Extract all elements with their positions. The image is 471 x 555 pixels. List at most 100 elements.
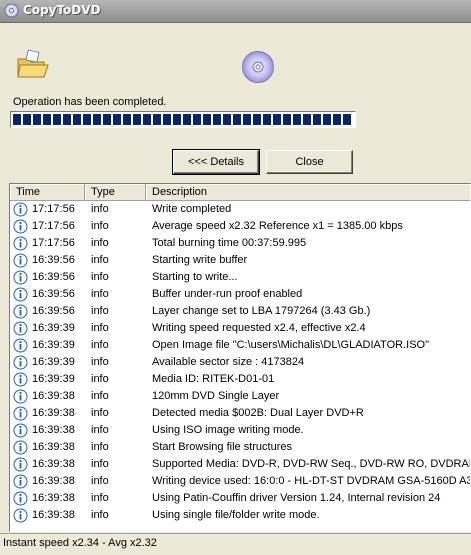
row-type: info — [91, 254, 109, 266]
row-description: Writing speed requested x2.4, effective … — [152, 322, 366, 334]
title-bar: CopyToDVD — [0, 0, 471, 23]
row-time: 16:39:38 — [32, 424, 75, 436]
row-time: 16:39:39 — [32, 339, 75, 351]
row-type: info — [91, 492, 109, 504]
row-time: 17:17:56 — [32, 237, 75, 249]
row-type: info — [91, 305, 109, 317]
info-icon — [13, 372, 28, 387]
row-description: Write completed — [152, 203, 232, 215]
row-time: 16:39:56 — [32, 271, 75, 283]
progress-bar — [10, 111, 356, 128]
table-row[interactable]: 16:39:39 info Media ID: RITEK-D01-01 — [10, 371, 470, 388]
row-description: Buffer under-run proof enabled — [152, 288, 303, 300]
row-time: 16:39:38 — [32, 509, 75, 521]
row-time: 17:17:56 — [32, 203, 75, 215]
row-type: info — [91, 458, 109, 470]
log-list[interactable]: Time Type Description 17:17:56 info Write … — [9, 183, 471, 532]
info-icon — [13, 406, 28, 421]
row-type: info — [91, 356, 109, 368]
row-type: info — [91, 424, 109, 436]
row-time: 16:39:56 — [32, 305, 75, 317]
info-icon — [13, 253, 28, 268]
table-row[interactable]: 16:39:56 info Starting to write... — [10, 269, 470, 286]
table-row[interactable]: 17:17:56 info Write completed — [10, 201, 470, 218]
info-icon — [13, 287, 28, 302]
info-icon — [13, 457, 28, 472]
table-row[interactable]: 16:39:38 info Detected media $002B: Dual L… — [10, 405, 470, 422]
row-type: info — [91, 237, 109, 249]
row-time: 16:39:38 — [32, 475, 75, 487]
row-type: info — [91, 203, 109, 215]
table-row[interactable]: 16:39:38 info Start Browsing file structur… — [10, 439, 470, 456]
info-icon — [13, 321, 28, 336]
app-disc-icon — [4, 3, 19, 18]
row-time: 16:39:38 — [32, 458, 75, 470]
close-button[interactable]: Close — [266, 150, 353, 174]
speed-status-text: Instant speed x2.34 - Avg x2.32 — [3, 537, 157, 549]
column-header-type[interactable]: Type — [85, 184, 146, 201]
row-description: Average speed x2.32 Reference x1 = 1385.… — [152, 220, 403, 232]
row-type: info — [91, 475, 109, 487]
info-icon — [13, 440, 28, 455]
info-icon — [13, 508, 28, 523]
row-time: 16:39:38 — [32, 407, 75, 419]
row-type: info — [91, 220, 109, 232]
window-title: CopyToDVD — [23, 3, 101, 17]
info-icon — [13, 236, 28, 251]
dvd-disc-icon — [242, 51, 274, 83]
column-header-description[interactable]: Description — [146, 184, 470, 201]
table-row[interactable]: 17:17:56 info Total burning time 00:37:59.… — [10, 235, 470, 252]
table-row[interactable]: 16:39:56 info Layer change set to LBA 1797… — [10, 303, 470, 320]
row-description: Starting write buffer — [152, 254, 248, 266]
table-row[interactable]: 16:39:39 info Writing speed requested x2.4… — [10, 320, 470, 337]
progress-bar-fill — [13, 114, 353, 125]
table-row[interactable]: 16:39:38 info 120mm DVD Single Layer — [10, 388, 470, 405]
row-time: 16:39:56 — [32, 288, 75, 300]
table-row[interactable]: 16:39:39 info Open Image file "C:\users\Mi… — [10, 337, 470, 354]
table-row[interactable]: 17:17:56 info Average speed x2.32 Referenc… — [10, 218, 470, 235]
row-description: Using ISO image writing mode. — [152, 424, 304, 436]
row-type: info — [91, 390, 109, 402]
row-description: Using Patin-Couffin driver Version 1.24,… — [152, 492, 441, 504]
table-row[interactable]: 16:39:38 info Using Patin-Couffin driver V… — [10, 490, 470, 507]
info-icon — [13, 474, 28, 489]
row-time: 16:39:39 — [32, 356, 75, 368]
row-time: 16:39:38 — [32, 390, 75, 402]
row-type: info — [91, 509, 109, 521]
main-panel: Operation has been completed. <<< Detail… — [0, 23, 471, 532]
folder-icon — [17, 49, 49, 78]
row-type: info — [91, 271, 109, 283]
row-description: Writing device used: 16:0:0 - HL-DT-ST D… — [152, 475, 471, 487]
column-header-time[interactable]: Time — [10, 184, 85, 201]
row-time: 16:39:39 — [32, 322, 75, 334]
row-type: info — [91, 322, 109, 334]
log-rows: 17:17:56 info Write completed 17:17:56 info A… — [10, 201, 471, 524]
table-row[interactable]: 16:39:56 info Starting write buffer — [10, 252, 470, 269]
row-description: Media ID: RITEK-D01-01 — [152, 373, 275, 385]
table-row[interactable]: 16:39:56 info Buffer under-run proof enabl… — [10, 286, 470, 303]
row-description: Layer change set to LBA 1797264 (3.43 Gb… — [152, 305, 371, 317]
table-row[interactable]: 16:39:38 info Using single file/folder wri… — [10, 507, 470, 524]
details-button[interactable]: <<< Details — [172, 149, 260, 175]
row-type: info — [91, 441, 109, 453]
row-description: Start Browsing file structures — [152, 441, 292, 453]
row-description: Total burning time 00:37:59.995 — [152, 237, 307, 249]
info-icon — [13, 355, 28, 370]
table-row[interactable]: 16:39:38 info Supported Media: DVD-R, DVD-… — [10, 456, 470, 473]
info-icon — [13, 202, 28, 217]
row-description: Starting to write... — [152, 271, 238, 283]
row-type: info — [91, 373, 109, 385]
table-row[interactable]: 16:39:38 info Writing device used: 16:0:0 … — [10, 473, 471, 490]
info-icon — [13, 491, 28, 506]
row-description: Open Image file "C:\users\Michalis\DL\GL… — [152, 339, 429, 351]
operation-status-text: Operation has been completed. — [13, 96, 167, 108]
info-icon — [13, 423, 28, 438]
row-description: Available sector size : 4173824 — [152, 356, 305, 368]
table-row[interactable]: 16:39:39 info Available sector size : 4173… — [10, 354, 470, 371]
status-bar: Instant speed x2.34 - Avg x2.32 — [0, 533, 471, 555]
row-type: info — [91, 288, 109, 300]
info-icon — [13, 304, 28, 319]
info-icon — [13, 219, 28, 234]
row-time: 16:39:38 — [32, 441, 75, 453]
table-row[interactable]: 16:39:38 info Using ISO image writing mode… — [10, 422, 470, 439]
